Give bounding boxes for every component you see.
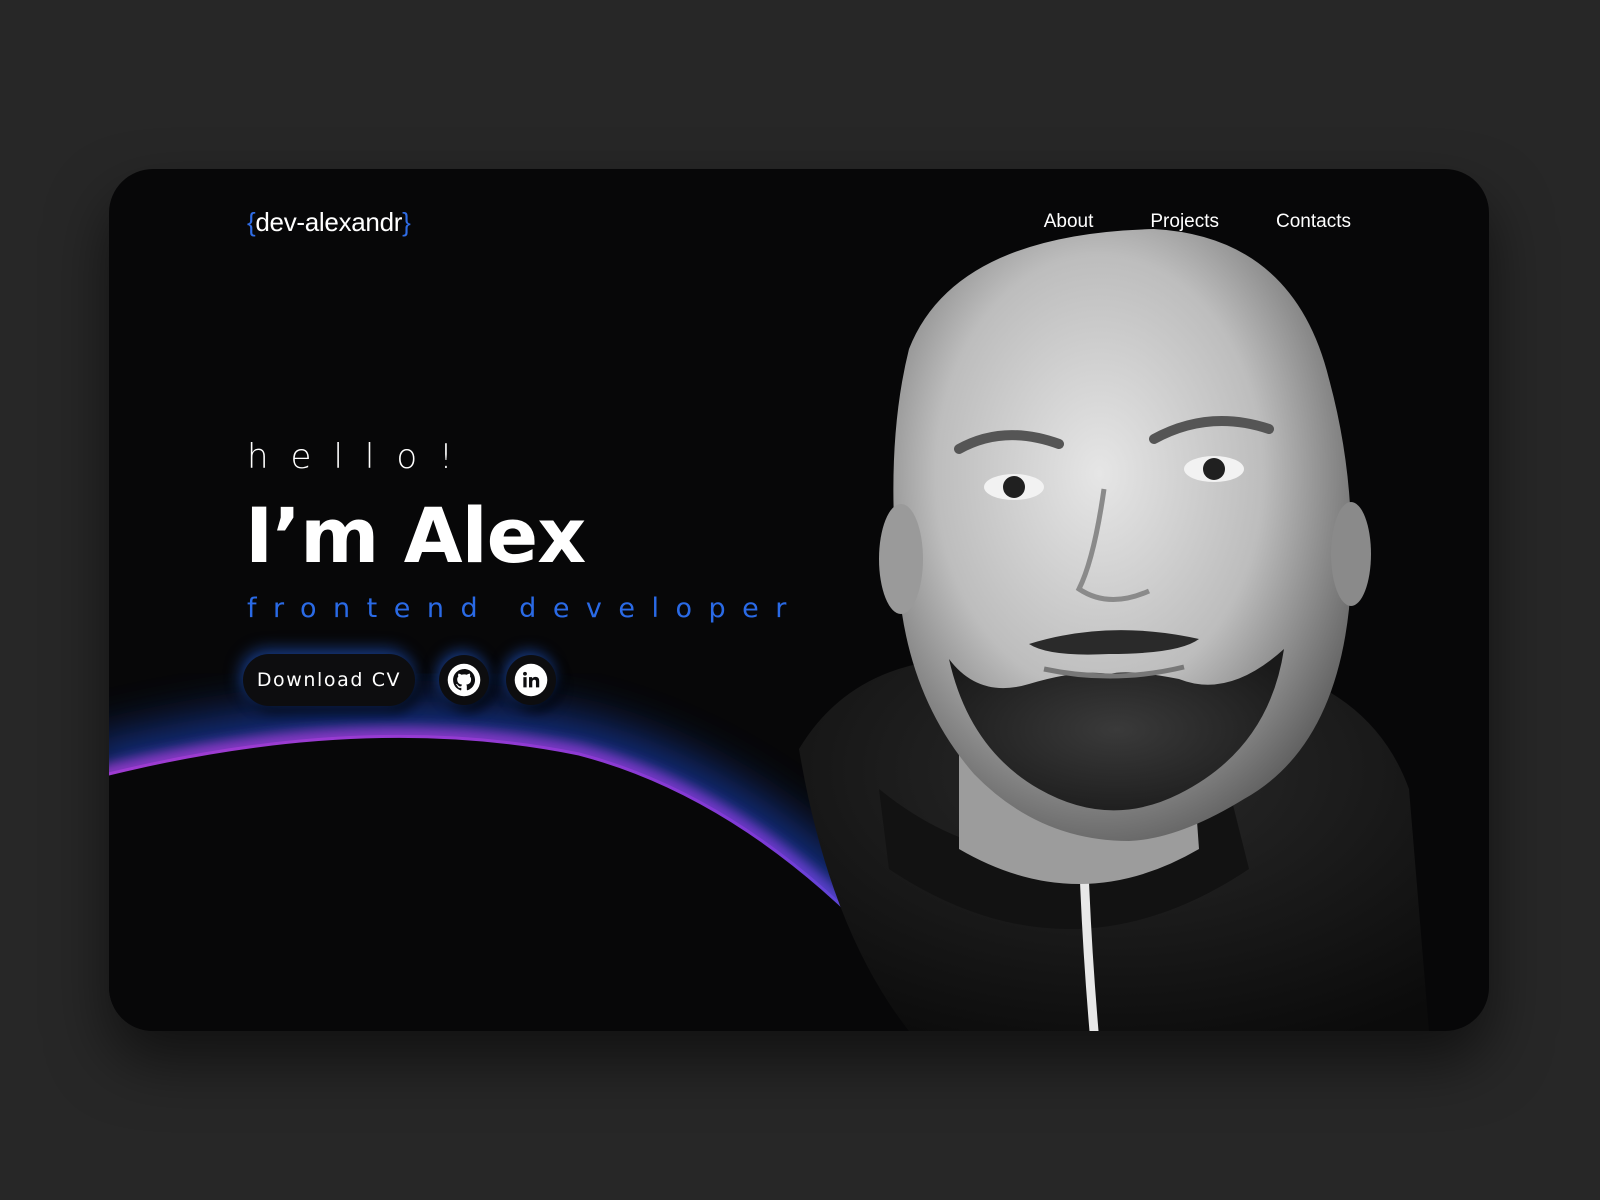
hero-role-text: frontend developer <box>247 593 803 624</box>
hero-card: {dev-alexandr} About Projects Contacts h… <box>109 169 1489 1031</box>
hero-name-heading: I’m Alex <box>245 491 586 580</box>
github-link-button[interactable] <box>439 655 489 705</box>
github-icon <box>447 663 481 697</box>
nav-link-contacts[interactable]: Contacts <box>1276 211 1351 233</box>
site-logo[interactable]: {dev-alexandr} <box>247 207 411 238</box>
download-cv-button[interactable]: Download CV <box>243 654 415 706</box>
nav-link-projects[interactable]: Projects <box>1150 211 1219 233</box>
logo-close-brace: } <box>402 207 411 237</box>
linkedin-icon <box>514 663 548 697</box>
logo-text: dev-alexandr <box>255 207 403 237</box>
portrait-photo <box>799 229 1429 1031</box>
main-nav: About Projects Contacts <box>1044 211 1351 233</box>
greeting-text: hello! <box>247 437 475 477</box>
nav-link-about[interactable]: About <box>1044 211 1094 233</box>
linkedin-link-button[interactable] <box>506 655 556 705</box>
